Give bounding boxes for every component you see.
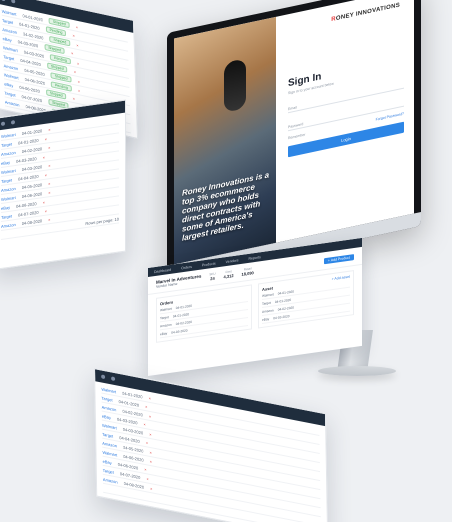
stat-sku: SKU 24: [209, 271, 216, 282]
row-retailer: eBay: [1, 204, 11, 211]
row-retailer: eBay: [102, 458, 112, 465]
row-retailer: Target: [1, 17, 14, 25]
delete-icon[interactable]: ×: [144, 466, 146, 471]
delete-icon[interactable]: ×: [148, 395, 150, 400]
delete-icon[interactable]: ×: [78, 88, 81, 94]
row-retailer: Target: [102, 467, 114, 475]
delete-icon[interactable]: ×: [149, 431, 151, 436]
row-retailer: Target: [101, 394, 113, 403]
delete-icon[interactable]: ×: [146, 440, 148, 445]
row-date: 04-07-2020: [18, 209, 39, 218]
nav-item[interactable]: Dashboard: [154, 267, 171, 273]
monitor-base: [318, 366, 396, 376]
row-date: 04-06-2020: [21, 190, 43, 199]
row-retailer: Walmart: [3, 71, 19, 80]
row-retailer: Walmart: [2, 44, 18, 53]
row-retailer: Walmart: [1, 167, 16, 175]
delete-icon[interactable]: ×: [43, 199, 45, 204]
delete-icon[interactable]: ×: [150, 458, 152, 463]
delete-icon[interactable]: ×: [72, 95, 75, 101]
delete-icon[interactable]: ×: [76, 24, 79, 30]
delete-icon[interactable]: ×: [149, 449, 151, 454]
stat-retail: Retail 18,090: [241, 266, 254, 277]
delete-icon[interactable]: ×: [48, 190, 50, 195]
row-date: 04-05-2020: [21, 181, 43, 190]
showcase-stage: Walmart 04-01-2020 Shipped × Target 04-01-202…: [0, 0, 452, 522]
asset-panel: Asset + Add asset Walmart 04-01-2020 Target…: [258, 270, 354, 329]
row-retailer: Amazon: [2, 26, 18, 35]
row-retailer: eBay: [101, 413, 111, 420]
delete-icon[interactable]: ×: [146, 476, 148, 481]
delete-icon[interactable]: ×: [48, 127, 50, 132]
hero-photo: Roney Innovations is a top 3% ecommerce …: [174, 16, 276, 265]
row-retailer: Amazon: [1, 149, 16, 157]
row-date: 04-08-2020: [21, 217, 43, 226]
delete-icon[interactable]: ×: [143, 421, 145, 426]
nav-item[interactable]: Orders: [181, 264, 192, 270]
row-retailer: Target: [1, 212, 13, 220]
delete-icon[interactable]: ×: [48, 163, 50, 168]
row-retailer: Walmart: [101, 422, 117, 430]
delete-icon[interactable]: ×: [48, 181, 50, 186]
row-date: 04-02-2020: [21, 145, 43, 154]
row-date: 04-01-2020: [18, 137, 39, 146]
delete-icon[interactable]: ×: [48, 217, 50, 222]
row-retailer: Amazon: [102, 476, 118, 485]
row-retailer: Target: [3, 53, 15, 61]
stat-cost: Cost 4,312: [223, 269, 234, 280]
row-date: 04-01-2020: [21, 127, 43, 136]
row-retailer: Amazon: [3, 62, 19, 71]
row-retailer: Walmart: [101, 385, 117, 394]
row-retailer: Walmart: [1, 8, 17, 17]
row-retailer: Target: [1, 140, 13, 148]
delete-icon[interactable]: ×: [150, 485, 152, 490]
row-date: 04-03-2020: [16, 155, 37, 164]
delete-icon[interactable]: ×: [76, 42, 79, 48]
orders-panel: Orders Walmart 04-01-2020 Target 04-01-2020…: [156, 284, 252, 343]
delete-icon[interactable]: ×: [149, 413, 151, 418]
row-retailer: Target: [1, 176, 13, 184]
delete-icon[interactable]: ×: [45, 208, 47, 213]
signin-panel: RONEY INNOVATIONS Sign In Sign in to you…: [276, 0, 414, 243]
row-retailer: eBay: [2, 35, 12, 43]
monocular-shape: [224, 58, 246, 113]
nav-item[interactable]: Reports: [248, 255, 260, 261]
row-retailer: eBay: [1, 159, 11, 166]
nav-item[interactable]: Products: [202, 261, 216, 267]
nav-item[interactable]: Vendors: [226, 258, 239, 264]
delete-icon[interactable]: ×: [72, 32, 75, 38]
add-product-button[interactable]: + Add Product: [323, 253, 354, 264]
orders-sheet-middle: Walmart 04-01-2020 × Target 04-01-2020 × Amazo…: [0, 99, 126, 270]
row-retailer: Target: [102, 431, 114, 439]
row-retailer: Amazon: [102, 440, 118, 448]
delete-icon[interactable]: ×: [45, 136, 47, 141]
row-retailer: Walmart: [1, 131, 16, 139]
delete-icon[interactable]: ×: [77, 60, 80, 66]
brand-logo: RONEY INNOVATIONS: [331, 2, 400, 24]
row-date: 04-03-2020: [21, 163, 43, 172]
row-retailer: Target: [4, 89, 16, 98]
delete-icon[interactable]: ×: [77, 78, 80, 84]
delete-icon[interactable]: ×: [48, 145, 50, 150]
orders-sheet-bottom: Walmart 04-01-2020 × Target 04-01-2020 × Amazo…: [94, 368, 329, 522]
delete-icon[interactable]: ×: [145, 403, 147, 408]
monitor-bezel: Roney Innovations is a top 3% ecommerce …: [167, 0, 421, 281]
row-retailer: eBay: [4, 80, 14, 88]
row-retailer: Amazon: [1, 221, 16, 229]
hero-tagline: Roney Innovations is a top 3% ecommerce …: [182, 170, 270, 243]
row-retailer: Amazon: [101, 403, 117, 412]
delete-icon[interactable]: ×: [45, 172, 47, 177]
delete-icon[interactable]: ×: [71, 50, 74, 56]
delete-icon[interactable]: ×: [74, 69, 77, 75]
row-retailer: Walmart: [1, 194, 16, 202]
forgot-password-link[interactable]: Forgot Password?: [376, 112, 404, 122]
remember-checkbox[interactable]: Remember: [288, 133, 305, 141]
row-retailer: Amazon: [4, 98, 20, 108]
row-date: 04-06-2020: [16, 200, 37, 209]
row-retailer: Amazon: [1, 185, 16, 193]
row-retailer: Walmart: [102, 449, 118, 458]
row-date: 04-04-2020: [18, 173, 39, 182]
delete-icon[interactable]: ×: [43, 154, 45, 159]
